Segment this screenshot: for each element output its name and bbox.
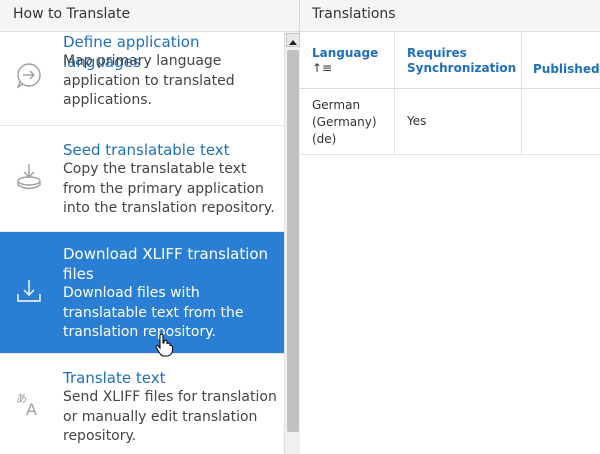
column-header-published[interactable]: Published — [522, 32, 600, 88]
column-label: Language — [312, 46, 379, 60]
scroll-thumb[interactable] — [287, 50, 299, 432]
column-label: Requires Synchronization — [407, 46, 517, 75]
step-description: Send XLIFF files for translation or manu… — [63, 389, 277, 444]
step-description: Copy the translatable text from the prim… — [63, 161, 275, 216]
translations-grid-header: Language ↑≡ Requires Synchronization Pub… — [300, 32, 600, 89]
language-value: German (Germany) (de) — [312, 98, 377, 146]
step-download-xliff[interactable]: Download XLIFF translation files Downloa… — [0, 232, 284, 354]
column-header-requires-sync[interactable]: Requires Synchronization — [395, 32, 522, 88]
cell-published — [522, 89, 600, 154]
column-label: Published — [533, 62, 600, 76]
sort-ascending-icon[interactable]: ↑≡ — [312, 61, 332, 75]
scroll-up-button[interactable] — [286, 33, 300, 47]
table-row[interactable]: German (Germany) (de) Yes — [300, 89, 600, 155]
cell-requires-sync: Yes — [395, 89, 522, 154]
hand-pointer-icon — [155, 333, 173, 357]
translation-steps-list: Define application languages Map primary… — [0, 32, 284, 454]
step-translate-text[interactable]: あ A Translate text Send XLIFF files for … — [0, 354, 284, 454]
step-title: Translate text — [63, 369, 166, 387]
svg-text:A: A — [26, 400, 37, 418]
translations-panel: Translations Language ↑≡ Requires Synchr… — [300, 0, 600, 454]
chat-arrow-icon — [16, 63, 41, 89]
cell-language: German (Germany) (de) — [300, 89, 395, 154]
how-to-translate-panel: How to Translate Define application lang… — [0, 0, 300, 454]
panel-header-how-to-translate: How to Translate — [0, 0, 299, 32]
panel-header-translations: Translations — [300, 0, 600, 32]
step-description: Map primary language application to tran… — [63, 53, 235, 108]
steps-scrollbar[interactable] — [284, 32, 300, 454]
step-define-languages[interactable]: Define application languages Map primary… — [0, 32, 284, 126]
step-title: Seed translatable text — [63, 141, 230, 159]
step-seed-text[interactable]: Seed translatable text Copy the translat… — [0, 126, 284, 232]
step-title: Download XLIFF translation files — [63, 245, 269, 283]
download-icon — [17, 280, 41, 302]
requires-sync-value: Yes — [407, 114, 427, 128]
column-header-language[interactable]: Language ↑≡ — [300, 32, 395, 88]
translate-icon: あ A — [16, 392, 37, 418]
triangle-up-icon — [289, 40, 297, 45]
download-tray-icon — [17, 164, 41, 190]
